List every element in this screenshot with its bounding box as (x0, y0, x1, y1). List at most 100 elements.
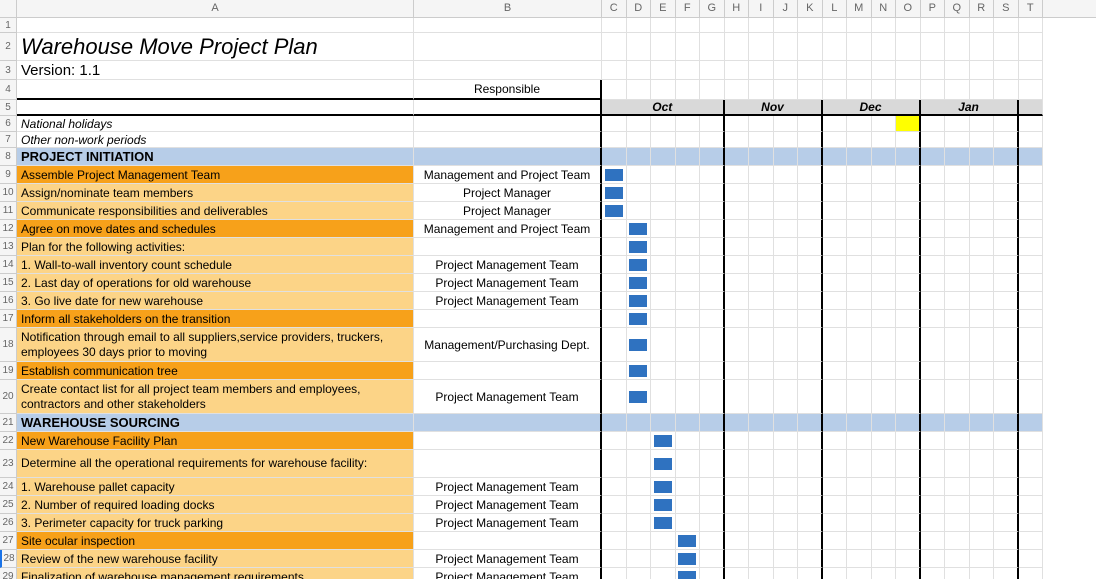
week-cell[interactable] (700, 33, 725, 61)
week-cell[interactable] (749, 432, 774, 450)
week-cell[interactable] (749, 478, 774, 496)
week-cell[interactable] (970, 496, 995, 514)
week-cell[interactable] (945, 274, 970, 292)
week-cell[interactable] (1019, 238, 1044, 256)
week-cell[interactable] (1019, 220, 1044, 238)
week-cell[interactable] (921, 310, 946, 328)
week-cell[interactable] (896, 550, 921, 568)
week-cell[interactable] (921, 328, 946, 362)
week-cell[interactable] (872, 116, 897, 132)
row-header[interactable]: 24 (0, 478, 17, 496)
responsible-cell[interactable]: Management and Project Team (414, 220, 602, 238)
row-header[interactable]: 4 (0, 80, 17, 100)
week-cell[interactable] (896, 184, 921, 202)
week-cell[interactable] (994, 202, 1019, 220)
week-cell[interactable] (700, 61, 725, 80)
week-cell[interactable] (725, 514, 750, 532)
week-cell[interactable] (1019, 514, 1044, 532)
row-header[interactable]: 21 (0, 414, 17, 432)
row-header[interactable]: 3 (0, 61, 17, 80)
week-cell[interactable] (651, 478, 676, 496)
week-cell[interactable] (921, 450, 946, 478)
week-cell[interactable] (676, 61, 701, 80)
week-cell[interactable] (872, 238, 897, 256)
week-cell[interactable] (749, 238, 774, 256)
week-cell[interactable] (872, 414, 897, 432)
week-cell[interactable] (945, 132, 970, 148)
week-cell[interactable] (774, 238, 799, 256)
responsible-cell[interactable]: Management/Purchasing Dept. (414, 328, 602, 362)
col-header-E[interactable]: E (651, 0, 676, 17)
week-cell[interactable] (872, 61, 897, 80)
week-cell[interactable] (1019, 256, 1044, 274)
week-cell[interactable] (798, 514, 823, 532)
week-cell[interactable] (921, 432, 946, 450)
week-cell[interactable] (921, 274, 946, 292)
responsible-cell[interactable]: Project Management Team (414, 568, 602, 579)
cell[interactable] (414, 362, 602, 380)
row-header[interactable]: 7 (0, 132, 17, 148)
week-cell[interactable] (872, 18, 897, 33)
row-header[interactable]: 27 (0, 532, 17, 550)
week-cell[interactable] (725, 220, 750, 238)
week-cell[interactable] (700, 148, 725, 166)
week-cell[interactable] (1019, 550, 1044, 568)
week-cell[interactable] (651, 274, 676, 292)
title-cell[interactable]: Warehouse Move Project Plan (17, 33, 414, 61)
week-cell[interactable] (921, 220, 946, 238)
week-cell[interactable] (651, 256, 676, 274)
week-cell[interactable] (896, 496, 921, 514)
week-cell[interactable] (896, 18, 921, 33)
week-cell[interactable] (651, 202, 676, 220)
responsible-cell[interactable]: Project Management Team (414, 292, 602, 310)
week-cell[interactable] (627, 532, 652, 550)
week-cell[interactable] (921, 550, 946, 568)
week-cell[interactable] (676, 328, 701, 362)
week-cell[interactable] (970, 292, 995, 310)
cell[interactable] (414, 33, 602, 61)
week-cell[interactable] (627, 550, 652, 568)
week-cell[interactable] (945, 256, 970, 274)
week-cell[interactable] (872, 80, 897, 100)
week-cell[interactable] (970, 432, 995, 450)
responsible-cell[interactable] (414, 238, 602, 256)
week-cell[interactable] (970, 514, 995, 532)
week-cell[interactable] (725, 166, 750, 184)
week-cell[interactable] (945, 202, 970, 220)
week-cell[interactable] (627, 184, 652, 202)
col-header-P[interactable]: P (921, 0, 946, 17)
week-cell[interactable] (945, 310, 970, 328)
week-cell[interactable] (651, 148, 676, 166)
week-cell[interactable] (651, 166, 676, 184)
week-cell[interactable] (970, 256, 995, 274)
week-cell[interactable] (823, 362, 848, 380)
week-cell[interactable] (651, 414, 676, 432)
week-cell[interactable] (1019, 148, 1044, 166)
week-cell[interactable] (994, 238, 1019, 256)
responsible-cell[interactable]: Project Management Team (414, 274, 602, 292)
task-cell[interactable]: Plan for the following activities: (17, 238, 414, 256)
responsible-cell[interactable] (414, 432, 602, 450)
week-cell[interactable] (774, 362, 799, 380)
week-cell[interactable] (798, 148, 823, 166)
week-cell[interactable] (847, 256, 872, 274)
week-cell[interactable] (676, 220, 701, 238)
week-cell[interactable] (725, 202, 750, 220)
week-cell[interactable] (725, 116, 750, 132)
task-cell[interactable]: 2. Last day of operations for old wareho… (17, 274, 414, 292)
week-cell[interactable] (823, 220, 848, 238)
week-cell[interactable] (627, 148, 652, 166)
week-cell[interactable] (921, 18, 946, 33)
week-cell[interactable] (945, 238, 970, 256)
week-cell[interactable] (700, 274, 725, 292)
week-cell[interactable] (700, 414, 725, 432)
responsible-cell[interactable]: Project Manager (414, 184, 602, 202)
week-cell[interactable] (676, 310, 701, 328)
week-cell[interactable] (970, 132, 995, 148)
week-cell[interactable] (749, 362, 774, 380)
week-cell[interactable] (921, 256, 946, 274)
col-header-D[interactable]: D (627, 0, 652, 17)
week-cell[interactable] (725, 568, 750, 579)
row-header[interactable]: 25 (0, 496, 17, 514)
week-cell[interactable] (1019, 80, 1044, 100)
